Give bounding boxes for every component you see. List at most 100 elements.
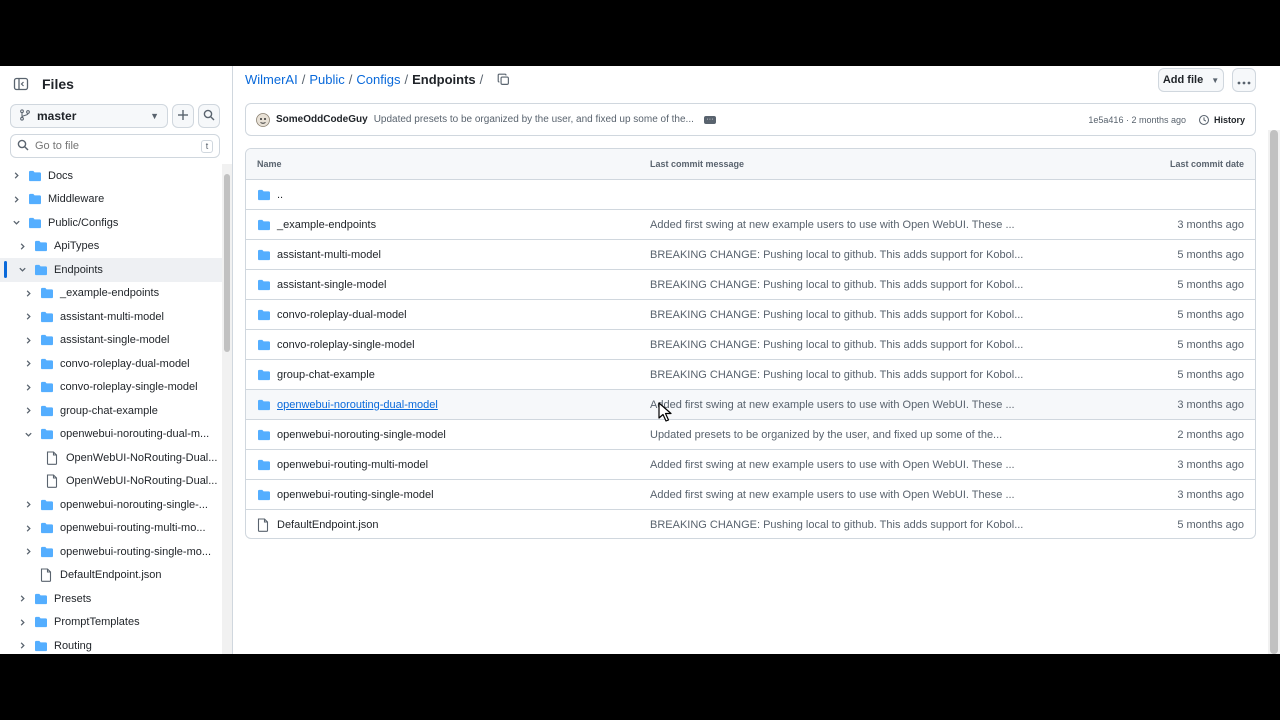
row-name-link[interactable]: assistant-multi-model bbox=[277, 249, 381, 261]
row-name-cell[interactable]: _example-endpoints bbox=[246, 219, 650, 231]
chevron-down-icon[interactable] bbox=[16, 265, 28, 274]
table-row[interactable]: convo-roleplay-dual-model BREAKING CHANGE… bbox=[246, 300, 1255, 330]
go-to-file-field[interactable]: t bbox=[10, 134, 220, 158]
tree-item[interactable]: Public/Configs bbox=[0, 211, 222, 235]
table-row[interactable]: openwebui-routing-single-model Added firs… bbox=[246, 480, 1255, 510]
row-commit-message[interactable]: Added first swing at new example users t… bbox=[650, 219, 1050, 231]
tree-item[interactable]: convo-roleplay-dual-model bbox=[0, 352, 222, 376]
row-commit-message[interactable]: BREAKING CHANGE: Pushing local to github… bbox=[650, 279, 1050, 291]
tree-item[interactable]: assistant-multi-model bbox=[0, 305, 222, 329]
table-row[interactable]: group-chat-example BREAKING CHANGE: Pushi… bbox=[246, 360, 1255, 390]
chevron-right-icon[interactable] bbox=[16, 618, 28, 627]
row-name-cell[interactable]: convo-roleplay-single-model bbox=[246, 339, 650, 351]
tree-item[interactable]: Middleware bbox=[0, 188, 222, 212]
row-name-link[interactable]: .. bbox=[277, 189, 283, 201]
tree-item[interactable]: openwebui-routing-single-mo... bbox=[0, 540, 222, 564]
table-row[interactable]: openwebui-routing-multi-model Added first… bbox=[246, 450, 1255, 480]
row-name-link[interactable]: assistant-single-model bbox=[277, 279, 386, 291]
search-button-sidebar[interactable] bbox=[198, 104, 220, 128]
row-commit-message[interactable]: Added first swing at new example users t… bbox=[650, 489, 1050, 501]
row-commit-message[interactable]: BREAKING CHANGE: Pushing local to github… bbox=[650, 309, 1050, 321]
tree-item[interactable]: assistant-single-model bbox=[0, 329, 222, 353]
commit-meta[interactable]: 1e5a416 · 2 months ago bbox=[1088, 115, 1186, 125]
breadcrumb-public[interactable]: Public bbox=[309, 72, 344, 87]
chevron-right-icon[interactable] bbox=[22, 312, 34, 321]
row-name-link[interactable]: openwebui-norouting-single-model bbox=[277, 429, 446, 441]
sidebar-scrollbar[interactable] bbox=[222, 164, 232, 654]
breadcrumb-configs[interactable]: Configs bbox=[356, 72, 400, 87]
author-avatar[interactable] bbox=[256, 112, 270, 127]
row-name-cell[interactable]: assistant-multi-model bbox=[246, 249, 650, 261]
more-options-button[interactable] bbox=[1232, 68, 1256, 92]
tree-item[interactable]: Docs bbox=[0, 164, 222, 188]
chevron-right-icon[interactable] bbox=[22, 289, 34, 298]
chevron-right-icon[interactable] bbox=[10, 195, 22, 204]
row-commit-message[interactable]: Added first swing at new example users t… bbox=[650, 399, 1050, 411]
tree-item[interactable]: Endpoints bbox=[0, 258, 222, 282]
chevron-right-icon[interactable] bbox=[22, 524, 34, 533]
history-link[interactable]: History bbox=[1198, 114, 1245, 126]
chevron-right-icon[interactable] bbox=[16, 641, 28, 650]
tree-item[interactable]: openwebui-routing-multi-mo... bbox=[0, 517, 222, 541]
chevron-right-icon[interactable] bbox=[16, 242, 28, 251]
chevron-right-icon[interactable] bbox=[10, 171, 22, 180]
page-scrollbar-thumb[interactable] bbox=[1270, 130, 1278, 654]
table-row[interactable]: assistant-single-model BREAKING CHANGE: P… bbox=[246, 270, 1255, 300]
chevron-down-icon[interactable] bbox=[10, 218, 22, 227]
chevron-right-icon[interactable] bbox=[22, 336, 34, 345]
commit-message[interactable]: Updated presets to be organized by the u… bbox=[374, 114, 694, 125]
row-commit-message[interactable]: Updated presets to be organized by the u… bbox=[650, 429, 1050, 441]
row-name-cell[interactable]: group-chat-example bbox=[246, 369, 650, 381]
chevron-right-icon[interactable] bbox=[22, 500, 34, 509]
table-row[interactable]: convo-roleplay-single-model BREAKING CHAN… bbox=[246, 330, 1255, 360]
table-row[interactable]: openwebui-norouting-single-model Updated … bbox=[246, 420, 1255, 450]
table-row[interactable]: .. bbox=[246, 180, 1255, 210]
branch-selector[interactable]: master ▼ bbox=[10, 104, 168, 128]
tree-item[interactable]: openwebui-norouting-single-... bbox=[0, 493, 222, 517]
tree-item[interactable]: openwebui-norouting-dual-m... bbox=[0, 423, 222, 447]
chevron-right-icon[interactable] bbox=[22, 547, 34, 556]
row-name-link[interactable]: _example-endpoints bbox=[277, 219, 376, 231]
row-name-cell[interactable]: DefaultEndpoint.json bbox=[246, 518, 650, 532]
row-name-link[interactable]: convo-roleplay-dual-model bbox=[277, 309, 407, 321]
expand-commit-icon[interactable]: ··· bbox=[703, 115, 716, 124]
tree-item[interactable]: _example-endpoints bbox=[0, 282, 222, 306]
row-commit-message[interactable]: BREAKING CHANGE: Pushing local to github… bbox=[650, 519, 1050, 531]
tree-item[interactable]: group-chat-example bbox=[0, 399, 222, 423]
chevron-right-icon[interactable] bbox=[22, 383, 34, 392]
table-row[interactable]: assistant-multi-model BREAKING CHANGE: Pu… bbox=[246, 240, 1255, 270]
tree-item[interactable]: OpenWebUI-NoRouting-Dual... bbox=[0, 470, 222, 494]
row-name-cell[interactable]: assistant-single-model bbox=[246, 279, 650, 291]
row-name-cell[interactable]: .. bbox=[246, 189, 650, 201]
commit-author[interactable]: SomeOddCodeGuy bbox=[276, 114, 368, 125]
row-name-cell[interactable]: openwebui-norouting-single-model bbox=[246, 429, 650, 441]
table-row[interactable]: DefaultEndpoint.json BREAKING CHANGE: Pus… bbox=[246, 510, 1255, 538]
chevron-right-icon[interactable] bbox=[22, 359, 34, 368]
add-file-button[interactable]: Add file ▼ bbox=[1158, 68, 1224, 92]
row-name-cell[interactable]: openwebui-routing-single-model bbox=[246, 489, 650, 501]
page-scrollbar[interactable] bbox=[1268, 130, 1280, 654]
row-name-cell[interactable]: convo-roleplay-dual-model bbox=[246, 309, 650, 321]
row-name-link[interactable]: openwebui-routing-multi-model bbox=[277, 459, 428, 471]
add-file-button-sidebar[interactable] bbox=[172, 104, 194, 128]
row-commit-message[interactable]: BREAKING CHANGE: Pushing local to github… bbox=[650, 249, 1050, 261]
chevron-right-icon[interactable] bbox=[16, 594, 28, 603]
row-name-link[interactable]: group-chat-example bbox=[277, 369, 375, 381]
row-commit-message[interactable]: BREAKING CHANGE: Pushing local to github… bbox=[650, 369, 1050, 381]
sidebar-scrollbar-thumb[interactable] bbox=[224, 174, 230, 352]
go-to-file-input[interactable] bbox=[35, 140, 195, 152]
tree-item[interactable]: ApiTypes bbox=[0, 235, 222, 259]
table-row[interactable]: openwebui-norouting-dual-model Added firs… bbox=[246, 390, 1255, 420]
row-name-link[interactable]: openwebui-norouting-dual-model bbox=[277, 399, 438, 411]
tree-item[interactable]: Presets bbox=[0, 587, 222, 611]
row-name-cell[interactable]: openwebui-routing-multi-model bbox=[246, 459, 650, 471]
breadcrumb-repo[interactable]: WilmerAI bbox=[245, 72, 298, 87]
row-commit-message[interactable]: Added first swing at new example users t… bbox=[650, 459, 1050, 471]
tree-item[interactable]: convo-roleplay-single-model bbox=[0, 376, 222, 400]
row-name-link[interactable]: openwebui-routing-single-model bbox=[277, 489, 434, 501]
tree-item[interactable]: PromptTemplates bbox=[0, 611, 222, 635]
chevron-down-icon[interactable] bbox=[22, 430, 34, 439]
tree-item[interactable]: Routing bbox=[0, 634, 222, 654]
collapse-sidebar-icon[interactable] bbox=[10, 73, 32, 95]
tree-item[interactable]: OpenWebUI-NoRouting-Dual... bbox=[0, 446, 222, 470]
